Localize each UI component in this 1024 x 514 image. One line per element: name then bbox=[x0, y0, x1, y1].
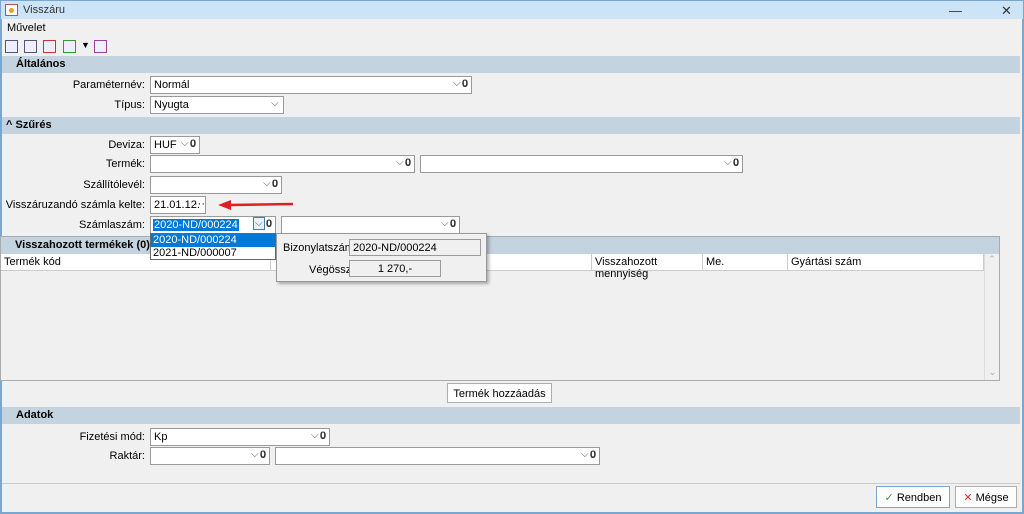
footer-divider bbox=[2, 483, 1020, 484]
paperclip-icon[interactable]: 𝟎 bbox=[190, 138, 196, 151]
param-value: Normál bbox=[154, 79, 190, 91]
chevron-down-icon[interactable]: ⌵ bbox=[253, 217, 265, 230]
edit-list-icon[interactable] bbox=[5, 40, 18, 53]
paperclip-icon[interactable]: 𝟎 bbox=[450, 218, 456, 231]
type-label: Típus: bbox=[114, 99, 145, 111]
invoice-select[interactable]: 2020-ND/000224 ⌵ 𝟎 bbox=[150, 216, 276, 234]
warehouse-name-select[interactable]: ⌵ 𝟎 bbox=[275, 447, 600, 465]
x-icon: ✕ bbox=[963, 492, 973, 504]
date-value: 21.01.12. bbox=[154, 199, 200, 211]
doc-number-value: 2020-ND/000224 bbox=[349, 239, 481, 256]
payment-label: Fizetési mód: bbox=[79, 431, 145, 443]
chevron-down-icon: ⌵ bbox=[396, 157, 404, 168]
chevron-down-icon: ⌵ bbox=[181, 138, 189, 149]
paperclip-icon[interactable]: 𝟎 bbox=[462, 78, 468, 91]
currency-value: HUF bbox=[154, 139, 177, 151]
chevron-down-icon: ⌵ bbox=[441, 218, 449, 229]
param-select[interactable]: Normál ⌵ 𝟎 bbox=[150, 76, 472, 94]
dropdown-option[interactable]: 2020-ND/000224 bbox=[151, 234, 275, 247]
chevron-down-icon: ⌵ bbox=[271, 98, 279, 109]
delivery-label: Szállítólevél: bbox=[83, 179, 145, 191]
paperclip-icon[interactable]: 𝟎 bbox=[405, 157, 411, 170]
chevron-down-icon: ⌵ bbox=[251, 449, 259, 460]
section-filter[interactable]: ^ Szűrés bbox=[2, 117, 1020, 134]
date-field[interactable]: 21.01.12. ··· bbox=[150, 196, 206, 214]
paperclip-icon[interactable]: 𝟎 bbox=[590, 449, 596, 462]
currency-select[interactable]: HUF ⌵ 𝟎 bbox=[150, 136, 200, 154]
chevron-down-icon: ⌵ bbox=[311, 430, 319, 441]
window-title: Visszáru bbox=[23, 4, 65, 16]
chevron-down-icon: ⌵ bbox=[453, 78, 461, 89]
ok-button[interactable]: ✓ Rendben bbox=[876, 486, 950, 508]
paperclip-icon[interactable]: 𝟎 bbox=[320, 430, 326, 443]
section-general: Általános bbox=[2, 56, 1020, 73]
column-header[interactable]: Me. bbox=[703, 254, 788, 271]
warehouse-label: Raktár: bbox=[109, 450, 145, 462]
currency-label: Deviza: bbox=[108, 139, 145, 151]
chevron-down-icon: ⌵ bbox=[581, 449, 589, 460]
add-list-icon[interactable] bbox=[63, 40, 76, 53]
param-label: Paraméternév: bbox=[72, 79, 145, 91]
total-value: 1 270,- bbox=[349, 260, 441, 277]
dropdown-arrow-icon[interactable]: ▼ bbox=[81, 40, 90, 50]
chevron-down-icon: ⌵ bbox=[724, 157, 732, 168]
invoice-label: Számlaszám: bbox=[78, 219, 145, 231]
delivery-select[interactable]: ⌵ 𝟎 bbox=[150, 176, 282, 194]
invoice-detail-select[interactable]: ⌵ 𝟎 bbox=[281, 216, 460, 234]
title-bar: Visszáru — ✕ bbox=[0, 0, 1024, 19]
column-header[interactable]: Gyártási szám bbox=[788, 254, 984, 271]
date-picker-button[interactable]: ··· bbox=[194, 198, 205, 210]
date-label: Visszáruzandó számla kelte: bbox=[5, 199, 145, 211]
payment-select[interactable]: Kp ⌵ 𝟎 bbox=[150, 428, 330, 446]
warehouse-select[interactable]: ⌵ 𝟎 bbox=[150, 447, 270, 465]
invoice-value: 2020-ND/000224 bbox=[153, 219, 239, 231]
product-label: Termék: bbox=[105, 158, 145, 170]
invoice-tooltip: Bizonylatszám: 2020-ND/000224 Végösszeg:… bbox=[276, 233, 487, 282]
ok-label: Rendben bbox=[896, 492, 942, 504]
cancel-label: Mégse bbox=[975, 492, 1009, 504]
delete-row-icon[interactable] bbox=[43, 40, 56, 53]
dropdown-option[interactable]: 2021-ND/000007 bbox=[151, 247, 275, 260]
doc-number-label: Bizonylatszám: bbox=[283, 242, 357, 254]
product-name-select[interactable]: ⌵ 𝟎 bbox=[420, 155, 743, 173]
paperclip-icon[interactable]: 𝟎 bbox=[733, 157, 739, 170]
app-icon bbox=[5, 4, 18, 16]
paperclip-icon[interactable]: 𝟎 bbox=[272, 178, 278, 191]
add-product-button[interactable]: Termék hozzáadás bbox=[447, 383, 552, 403]
report-icon[interactable] bbox=[94, 40, 107, 53]
vertical-scrollbar[interactable]: ⌃ ⌄ bbox=[984, 254, 999, 380]
section-data: Adatok bbox=[2, 407, 1020, 424]
payment-value: Kp bbox=[154, 431, 168, 443]
type-value: Nyugta bbox=[154, 99, 189, 111]
chevron-down-icon: ⌵ bbox=[263, 178, 271, 189]
insert-row-icon[interactable] bbox=[24, 40, 37, 53]
red-arrow-annotation bbox=[218, 200, 294, 210]
column-header[interactable]: Visszahozott mennyiség bbox=[592, 254, 703, 280]
paperclip-icon[interactable]: 𝟎 bbox=[266, 218, 272, 231]
cancel-button[interactable]: ✕ Mégse bbox=[955, 486, 1017, 508]
section-filter-title: Szűrés bbox=[15, 119, 52, 131]
product-select[interactable]: ⌵ 𝟎 bbox=[150, 155, 415, 173]
minimize-button[interactable]: — bbox=[949, 3, 962, 18]
close-button[interactable]: ✕ bbox=[1001, 3, 1012, 19]
type-select[interactable]: Nyugta ⌵ bbox=[150, 96, 284, 114]
collapse-icon[interactable]: ^ bbox=[6, 119, 12, 131]
paperclip-icon[interactable]: 𝟎 bbox=[260, 449, 266, 462]
menu-muvelet[interactable]: Művelet bbox=[7, 22, 46, 34]
check-icon: ✓ bbox=[884, 492, 894, 504]
invoice-dropdown-list: 2020-ND/000224 2021-ND/000007 bbox=[150, 233, 276, 260]
